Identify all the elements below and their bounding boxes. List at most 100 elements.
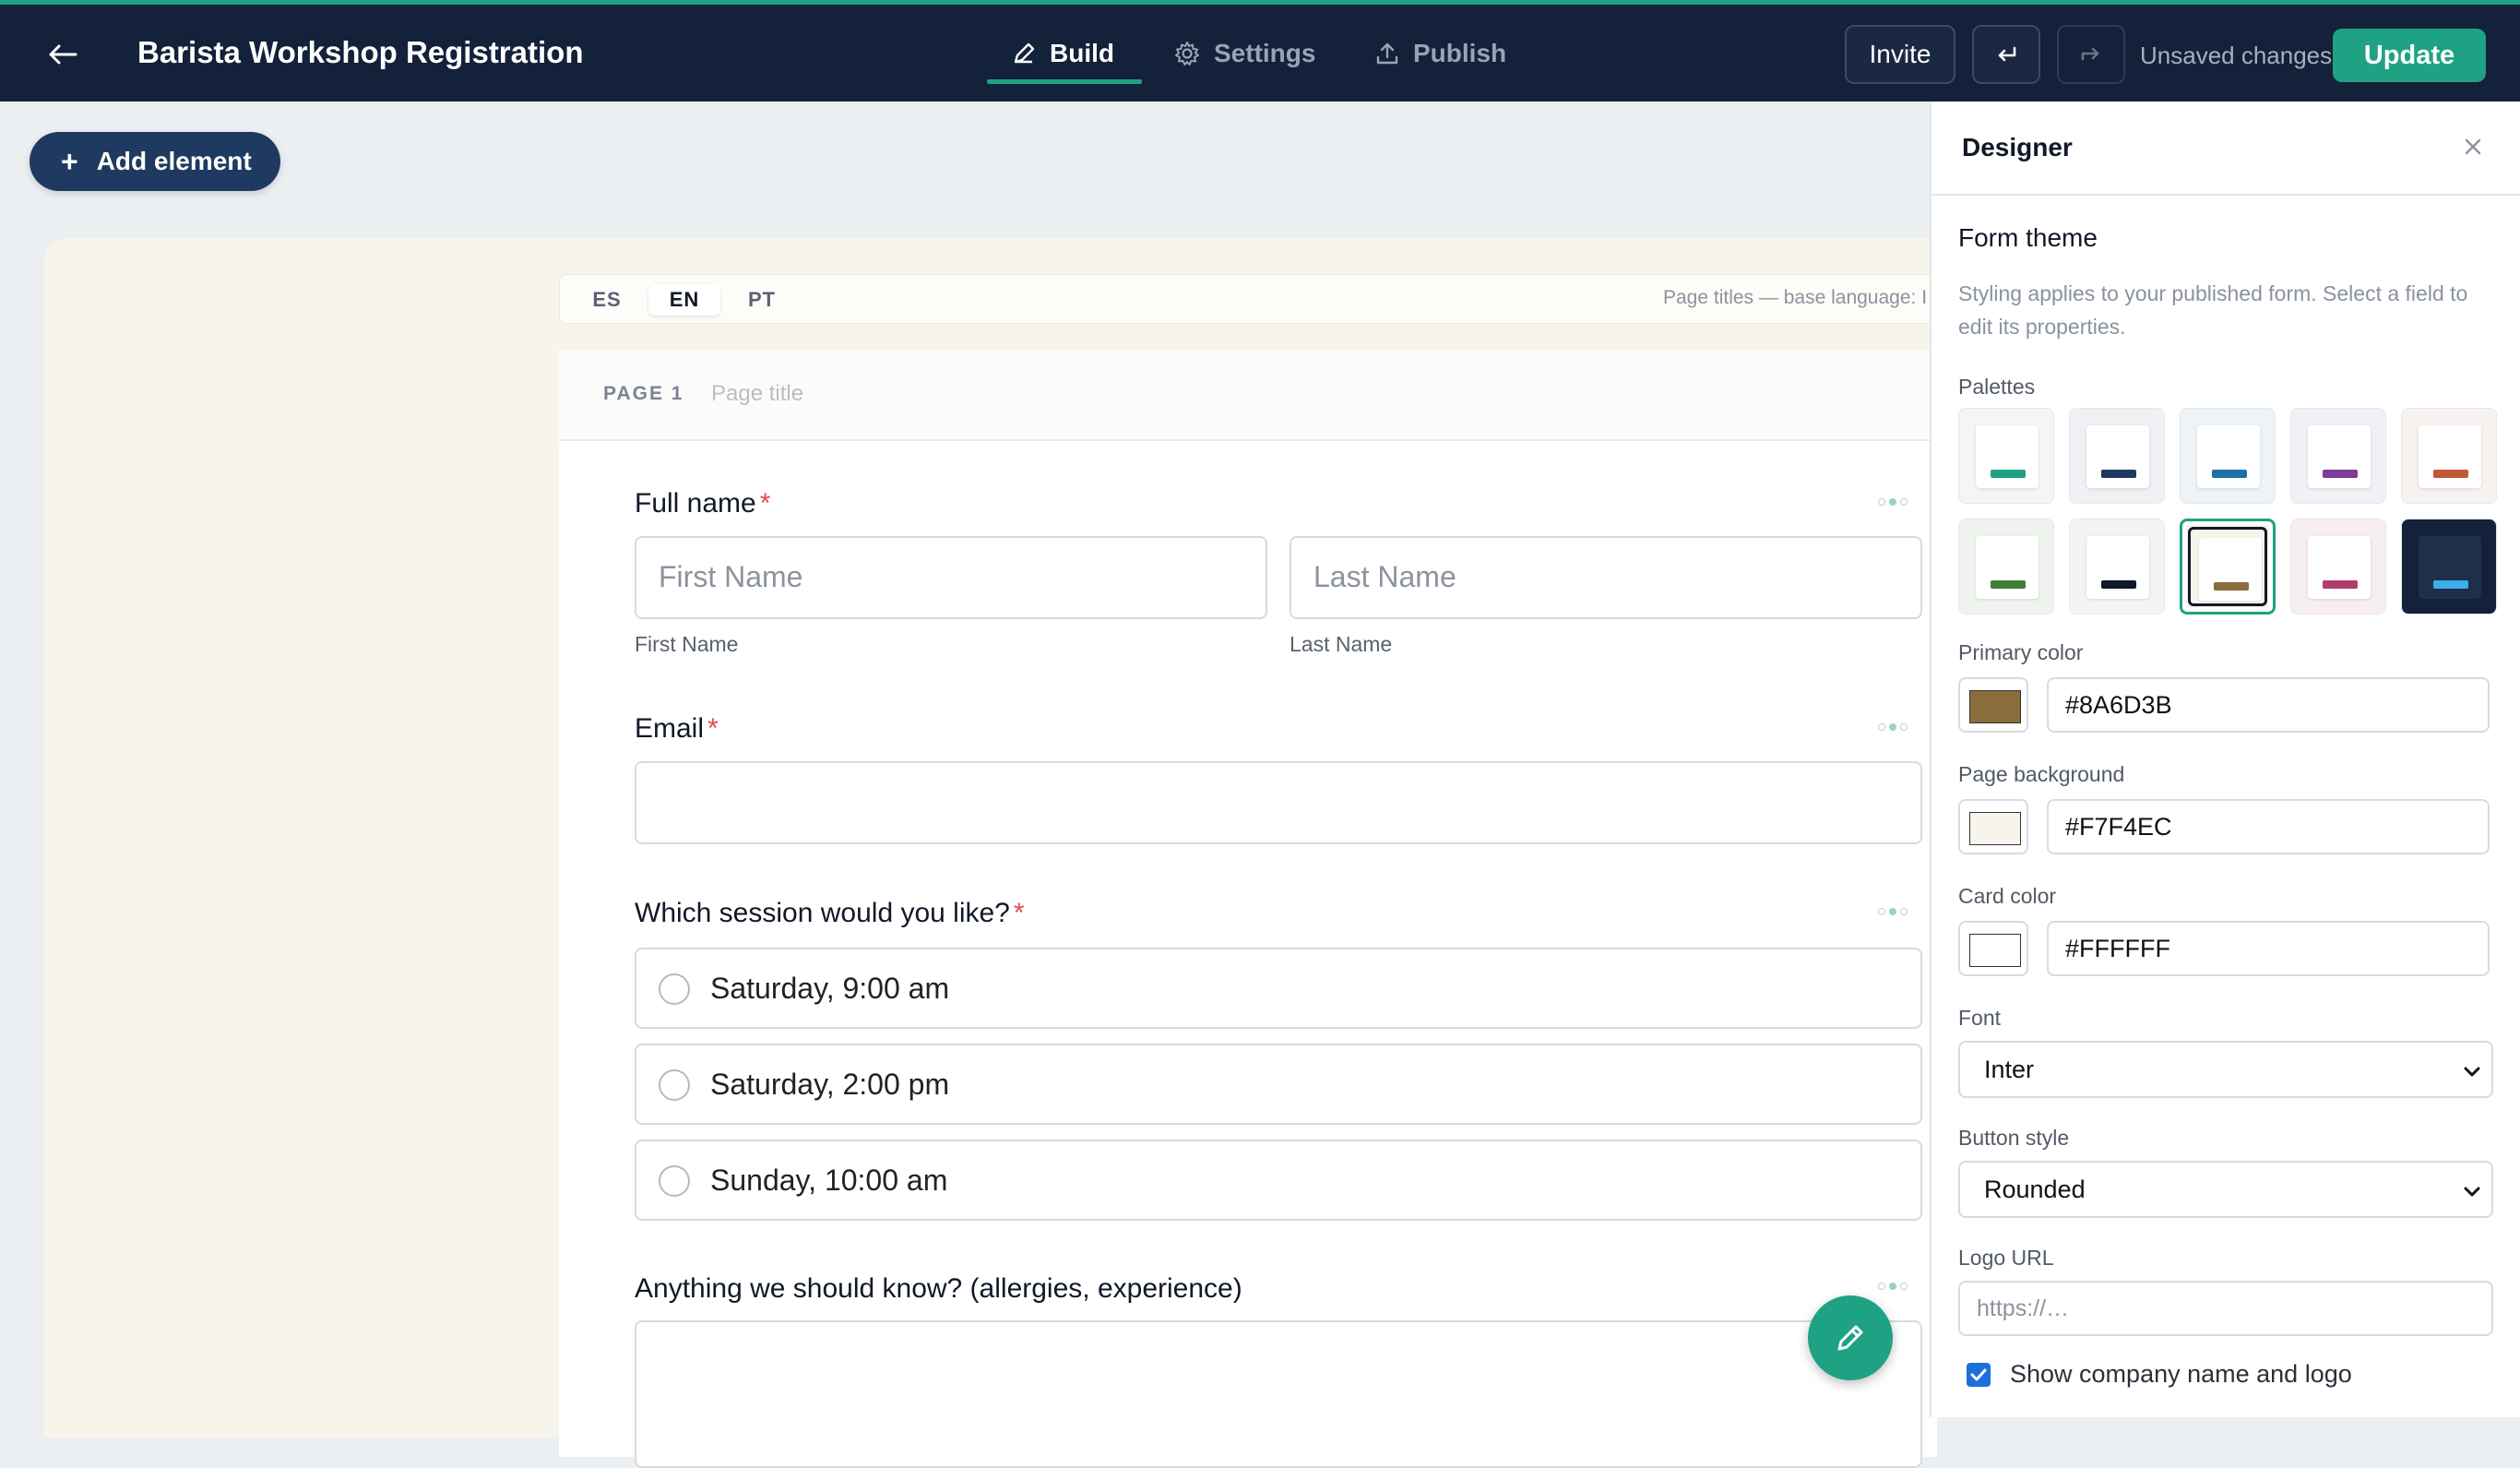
required-marker: * xyxy=(759,488,771,519)
page-header: PAGE 1 Page title xyxy=(559,350,1937,441)
button-style-label: Button style xyxy=(1958,1126,2070,1150)
card-color-swatch[interactable] xyxy=(1958,921,2028,976)
session-option[interactable]: Sunday, 10:00 am xyxy=(635,1140,1922,1221)
palette-card-preview xyxy=(2197,425,2260,488)
drag-handle-icon[interactable] xyxy=(1878,903,1920,915)
session-option[interactable]: Saturday, 2:00 pm xyxy=(635,1044,1922,1125)
update-button[interactable]: Update xyxy=(2333,29,2486,82)
upload-icon xyxy=(1376,42,1398,65)
session-option-label: Sunday, 10:00 am xyxy=(710,1164,948,1197)
palette-accent-bar xyxy=(2212,470,2247,478)
tab-settings-label: Settings xyxy=(1214,39,1316,67)
lang-pt[interactable]: PT xyxy=(726,284,798,316)
palette-accent-bar xyxy=(2323,580,2358,589)
top-bar: Barista Workshop Registration Build Sett… xyxy=(0,0,2520,101)
designer-header: Designer xyxy=(1932,101,2520,196)
lang-en[interactable]: EN xyxy=(648,284,720,316)
tab-build[interactable]: Build xyxy=(1011,35,1114,72)
redo-button[interactable] xyxy=(2057,25,2125,84)
show-company-checkbox[interactable] xyxy=(1967,1363,1991,1387)
page-background-swatch[interactable] xyxy=(1958,799,2028,854)
color-fill xyxy=(1969,934,2021,967)
palette-card-preview xyxy=(2419,425,2481,488)
font-select[interactable]: Inter xyxy=(1958,1041,2493,1098)
page-title-input[interactable]: Page title xyxy=(711,381,803,407)
tab-settings[interactable]: Settings xyxy=(1173,35,1315,72)
logo-url-label: Logo URL xyxy=(1958,1246,2054,1270)
palette-card-preview xyxy=(1976,536,2039,599)
palette-card-preview xyxy=(2086,425,2149,488)
pencil-icon xyxy=(1837,1325,1863,1351)
first-name-input[interactable]: First Name xyxy=(635,536,1267,619)
invite-button[interactable]: Invite xyxy=(1845,25,1955,84)
palette-swatch[interactable] xyxy=(2180,408,2276,504)
drag-handle-icon[interactable] xyxy=(1878,1278,1920,1290)
color-fill xyxy=(1969,812,2021,845)
drag-handle-icon[interactable] xyxy=(1878,494,1920,506)
designer-title: Designer xyxy=(1962,133,2073,161)
drag-handle-icon[interactable] xyxy=(1878,719,1920,731)
primary-color-swatch[interactable] xyxy=(1958,677,2028,733)
back-arrow-icon[interactable] xyxy=(44,36,81,73)
session-label: Which session would you like? * xyxy=(635,898,1025,929)
palette-swatch[interactable] xyxy=(2401,408,2497,504)
last-name-input[interactable]: Last Name xyxy=(1290,536,1922,619)
logo-url-input[interactable]: https://… xyxy=(1958,1281,2493,1336)
session-option[interactable]: Saturday, 9:00 am xyxy=(635,948,1922,1029)
palette-swatch[interactable] xyxy=(2180,519,2276,615)
primary-color-label: Primary color xyxy=(1958,640,2084,664)
palette-swatch[interactable] xyxy=(1958,519,2054,615)
palette-swatch[interactable] xyxy=(1958,408,2054,504)
card-color-label: Card color xyxy=(1958,884,2057,908)
theme-help-text: Styling applies to your published form. … xyxy=(1958,281,2468,339)
primary-color-input[interactable]: #8A6D3B xyxy=(2047,677,2490,733)
radio-button[interactable] xyxy=(659,1069,690,1101)
chevron-down-icon xyxy=(2464,1067,2480,1077)
form-title: Barista Workshop Registration xyxy=(137,35,584,69)
form-theme-title: Form theme xyxy=(1958,223,2098,252)
palette-card-preview xyxy=(2086,536,2149,599)
palette-card-preview xyxy=(1976,425,2039,488)
radio-button[interactable] xyxy=(659,1165,690,1197)
add-element-button[interactable]: + Add element xyxy=(30,132,280,191)
palette-card-preview xyxy=(2308,425,2371,488)
active-tab-indicator xyxy=(987,79,1142,84)
selected-ring xyxy=(2188,527,2267,606)
palette-accent-bar xyxy=(2101,470,2136,478)
tab-publish[interactable]: Publish xyxy=(1374,35,1506,72)
palette-swatch[interactable] xyxy=(2290,408,2386,504)
palette-swatch[interactable] xyxy=(2401,519,2497,615)
page-background-label: Page background xyxy=(1958,762,2125,786)
palette-swatch[interactable] xyxy=(2069,519,2165,615)
form-card: PAGE 1 Page title Full name * First Name … xyxy=(559,350,1937,1468)
session-label-text: Which session would you like? xyxy=(635,898,1010,928)
lang-es[interactable]: ES xyxy=(571,284,643,316)
palette-accent-bar xyxy=(2433,470,2468,478)
palette-swatch[interactable] xyxy=(2290,519,2386,615)
tab-publish-label: Publish xyxy=(1413,39,1507,67)
last-name-placeholder: Last Name xyxy=(1313,560,1456,593)
undo-button[interactable] xyxy=(1972,25,2040,84)
session-option-label: Saturday, 2:00 pm xyxy=(710,1068,950,1101)
last-name-sublabel: Last Name xyxy=(1290,632,1393,656)
plus-icon: + xyxy=(61,145,78,178)
edit-fab-button[interactable] xyxy=(1808,1295,1893,1380)
close-icon[interactable] xyxy=(2457,131,2489,162)
notes-textarea[interactable] xyxy=(635,1320,1922,1468)
palette-swatch[interactable] xyxy=(2069,408,2165,504)
page-background-input[interactable]: #F7F4EC xyxy=(2047,799,2490,854)
email-label: Email * xyxy=(635,713,719,745)
undo-icon xyxy=(1998,46,2016,62)
palette-accent-bar xyxy=(1991,580,2026,589)
add-element-label: Add element xyxy=(96,147,252,175)
checkmark-icon xyxy=(1970,1368,1987,1381)
tab-build-label: Build xyxy=(1050,39,1114,67)
color-fill xyxy=(1969,690,2021,723)
button-style-select[interactable]: Rounded xyxy=(1958,1161,2493,1218)
radio-button[interactable] xyxy=(659,973,690,1005)
gear-icon xyxy=(1175,42,1199,66)
email-input[interactable] xyxy=(635,761,1922,844)
card-color-input[interactable]: #FFFFFF xyxy=(2047,921,2490,976)
chevron-down-icon xyxy=(2464,1187,2480,1197)
palette-accent-bar xyxy=(1991,470,2026,478)
